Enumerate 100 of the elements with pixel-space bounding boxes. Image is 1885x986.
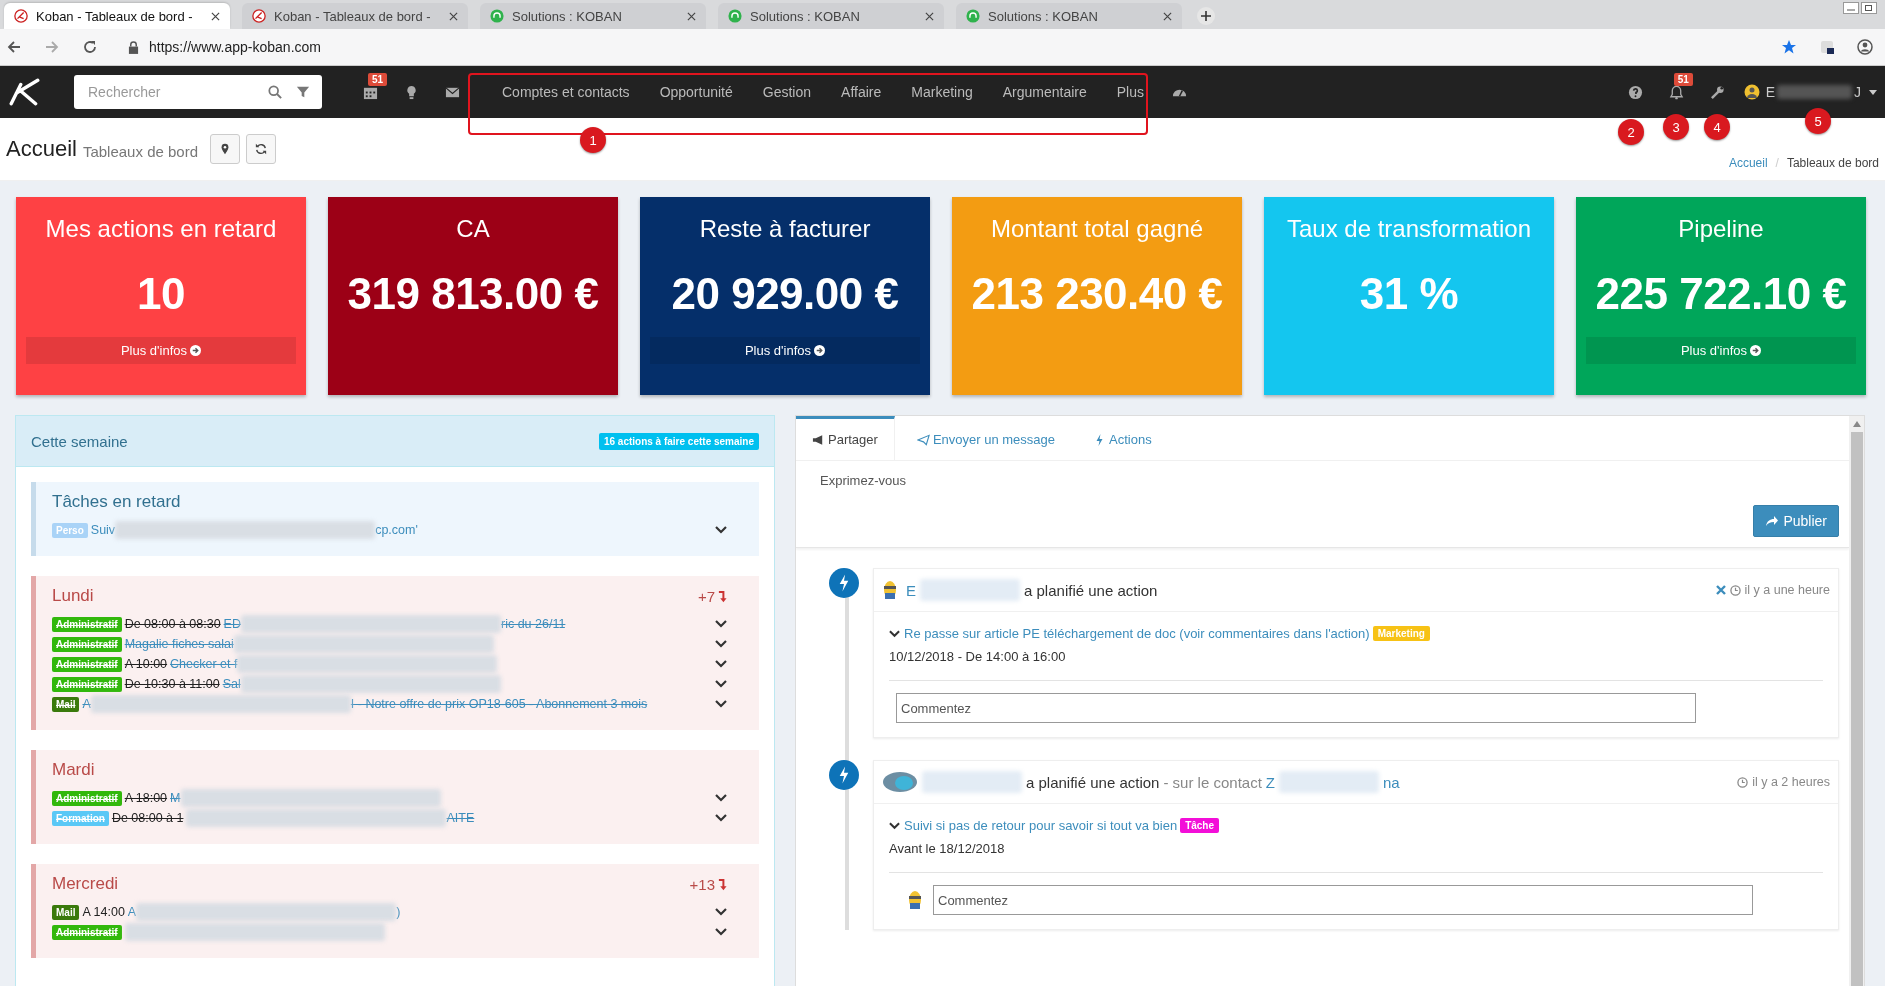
more-count[interactable]: +7 (697, 587, 727, 605)
chevron-down-icon[interactable] (715, 700, 727, 708)
refresh-icon (255, 143, 267, 155)
new-tab-icon[interactable] (1196, 6, 1216, 26)
contact-link[interactable]: Z (1265, 773, 1275, 791)
action-date: 10/12/2018 - De 14:00 à 16:00 (889, 649, 1067, 664)
close-icon[interactable] (687, 11, 696, 21)
chevron-down-icon[interactable] (715, 640, 727, 648)
refresh-button[interactable] (246, 134, 276, 164)
scrollbar-thumb[interactable] (1850, 432, 1863, 986)
search-field[interactable]: Rechercher (74, 75, 322, 109)
section-title: Mercredi (52, 874, 119, 894)
task-link[interactable]: A (127, 905, 137, 919)
publish-button[interactable]: Publier (1753, 505, 1839, 537)
nav-menu-item[interactable]: Plus (1101, 84, 1159, 100)
task-link[interactable]: ED (223, 617, 241, 631)
breadcrumb-item[interactable]: Accueil (1728, 156, 1768, 170)
task-time: De 08:00 à 08:30 (124, 617, 221, 631)
nav-menu-item[interactable]: Argumentaire (987, 84, 1102, 100)
back-arrow-icon[interactable] (6, 39, 22, 55)
chevron-down-icon[interactable] (715, 928, 727, 936)
scroll-up-icon[interactable] (1852, 421, 1861, 427)
task-link[interactable]: Suiv (90, 523, 116, 537)
feed-tab[interactable]: Envoyer un message (900, 416, 1071, 460)
action-link[interactable]: Re passe sur article PE téléchargement de doc (voir commentaires dans l'action) (904, 626, 1370, 641)
nav-menu-item[interactable]: Affaire (826, 84, 897, 100)
comment-field[interactable]: Commentez (933, 885, 1753, 915)
nav-menu-item[interactable]: Comptes et contacts (487, 84, 645, 100)
restore-icon[interactable] (1861, 2, 1877, 14)
help-icon[interactable] (1627, 84, 1643, 100)
chevron-down-icon[interactable] (715, 660, 727, 668)
scrollbar[interactable] (1849, 416, 1864, 986)
browser-tab[interactable]: Koban - Tableaux de bord - (4, 3, 230, 29)
more-info-link[interactable]: Plus d'infos (1586, 337, 1856, 364)
chevron-down-icon[interactable] (715, 794, 727, 802)
author-link[interactable]: E (906, 581, 916, 599)
nav-menu-item[interactable]: Gestion (747, 84, 827, 100)
category-tag: Administratif (52, 636, 122, 652)
action-link[interactable]: Suivi si pas de retour pour savoir si tout va bien (904, 818, 1178, 833)
nav-menu-item[interactable]: Opportunité (644, 84, 748, 100)
section-title: Tâches en retard (52, 492, 181, 512)
timestamp: il y a une heure (1744, 583, 1830, 597)
task-link[interactable]: Magalie fiches salai (124, 637, 234, 651)
breadcrumb-item[interactable]: Tableaux de bord (1786, 156, 1879, 170)
caret-icon (1869, 89, 1877, 95)
browser-tab[interactable]: Solutions : KOBAN (718, 3, 944, 29)
section-title: Lundi (52, 586, 94, 606)
browser-tab[interactable]: Koban - Tableaux de bord - (242, 3, 468, 29)
envelope-icon[interactable] (445, 84, 460, 100)
comment-field[interactable]: Commentez (896, 693, 1696, 723)
close-icon[interactable] (1163, 11, 1172, 21)
task-link[interactable]: AITE (446, 811, 475, 825)
filter-icon[interactable] (296, 85, 310, 99)
star-icon[interactable] (1781, 39, 1797, 55)
bell-icon[interactable] (1668, 84, 1684, 100)
chevron-down-icon[interactable] (889, 821, 900, 830)
close-icon[interactable] (211, 11, 220, 21)
task-link[interactable]: M (170, 791, 181, 805)
task-link[interactable]: I - Notre offre de prix OP18-605 - Abonnement 3 mois (350, 697, 648, 711)
task-link[interactable]: ric du 26/11 (500, 617, 566, 631)
chevron-down-icon[interactable] (715, 908, 727, 916)
chevron-down-icon[interactable] (715, 680, 727, 688)
close-icon[interactable] (925, 11, 934, 21)
chevron-down-icon[interactable] (715, 814, 727, 822)
activity-context: - sur le contact (1163, 773, 1262, 791)
task-link[interactable]: Checker et f (170, 657, 238, 671)
user-menu[interactable]: E J (1743, 84, 1877, 100)
account-icon[interactable] (1857, 39, 1873, 55)
task-link[interactable]: cp.com' (375, 523, 418, 537)
more-info-link[interactable]: Plus d'infos (26, 337, 296, 364)
contact-link[interactable]: na (1383, 773, 1400, 791)
lightbulb-icon[interactable] (404, 84, 419, 100)
count-badge: 51 (1673, 72, 1693, 86)
task-link[interactable]: A (82, 697, 91, 711)
arrow-circle-icon (190, 345, 202, 356)
browser-tab[interactable]: Solutions : KOBAN (956, 3, 1182, 29)
more-count[interactable]: +13 (689, 875, 727, 893)
feed-tab[interactable]: Partager (796, 416, 895, 460)
chevron-down-icon[interactable] (889, 629, 900, 638)
chevron-down-icon[interactable] (715, 526, 727, 534)
close-icon[interactable] (449, 11, 458, 21)
chevron-down-icon[interactable] (715, 620, 727, 628)
category-tag: Tâche (1180, 818, 1220, 833)
nav-menu-item[interactable]: Marketing (896, 84, 988, 100)
headset-favicon-icon (966, 9, 980, 23)
koban-favicon-icon (252, 9, 266, 23)
extension-icon[interactable] (1819, 39, 1835, 55)
wrench-icon[interactable] (1709, 84, 1725, 100)
turn-down-arrow-icon (718, 877, 727, 891)
category-tag: Mail (52, 696, 80, 712)
feed-tab[interactable]: Actions (1077, 416, 1168, 460)
reload-icon[interactable] (82, 39, 98, 55)
task-link[interactable]: Sal (222, 677, 241, 691)
more-info-link[interactable]: Plus d'infos (650, 337, 920, 364)
browser-tab[interactable]: Solutions : KOBAN (480, 3, 706, 29)
search-icon[interactable] (268, 85, 282, 99)
logo-icon[interactable] (8, 78, 42, 106)
pin-button[interactable] (210, 134, 240, 164)
task-time: De 08:00 à 1 (111, 811, 184, 825)
task-link[interactable]: ) (396, 905, 401, 919)
